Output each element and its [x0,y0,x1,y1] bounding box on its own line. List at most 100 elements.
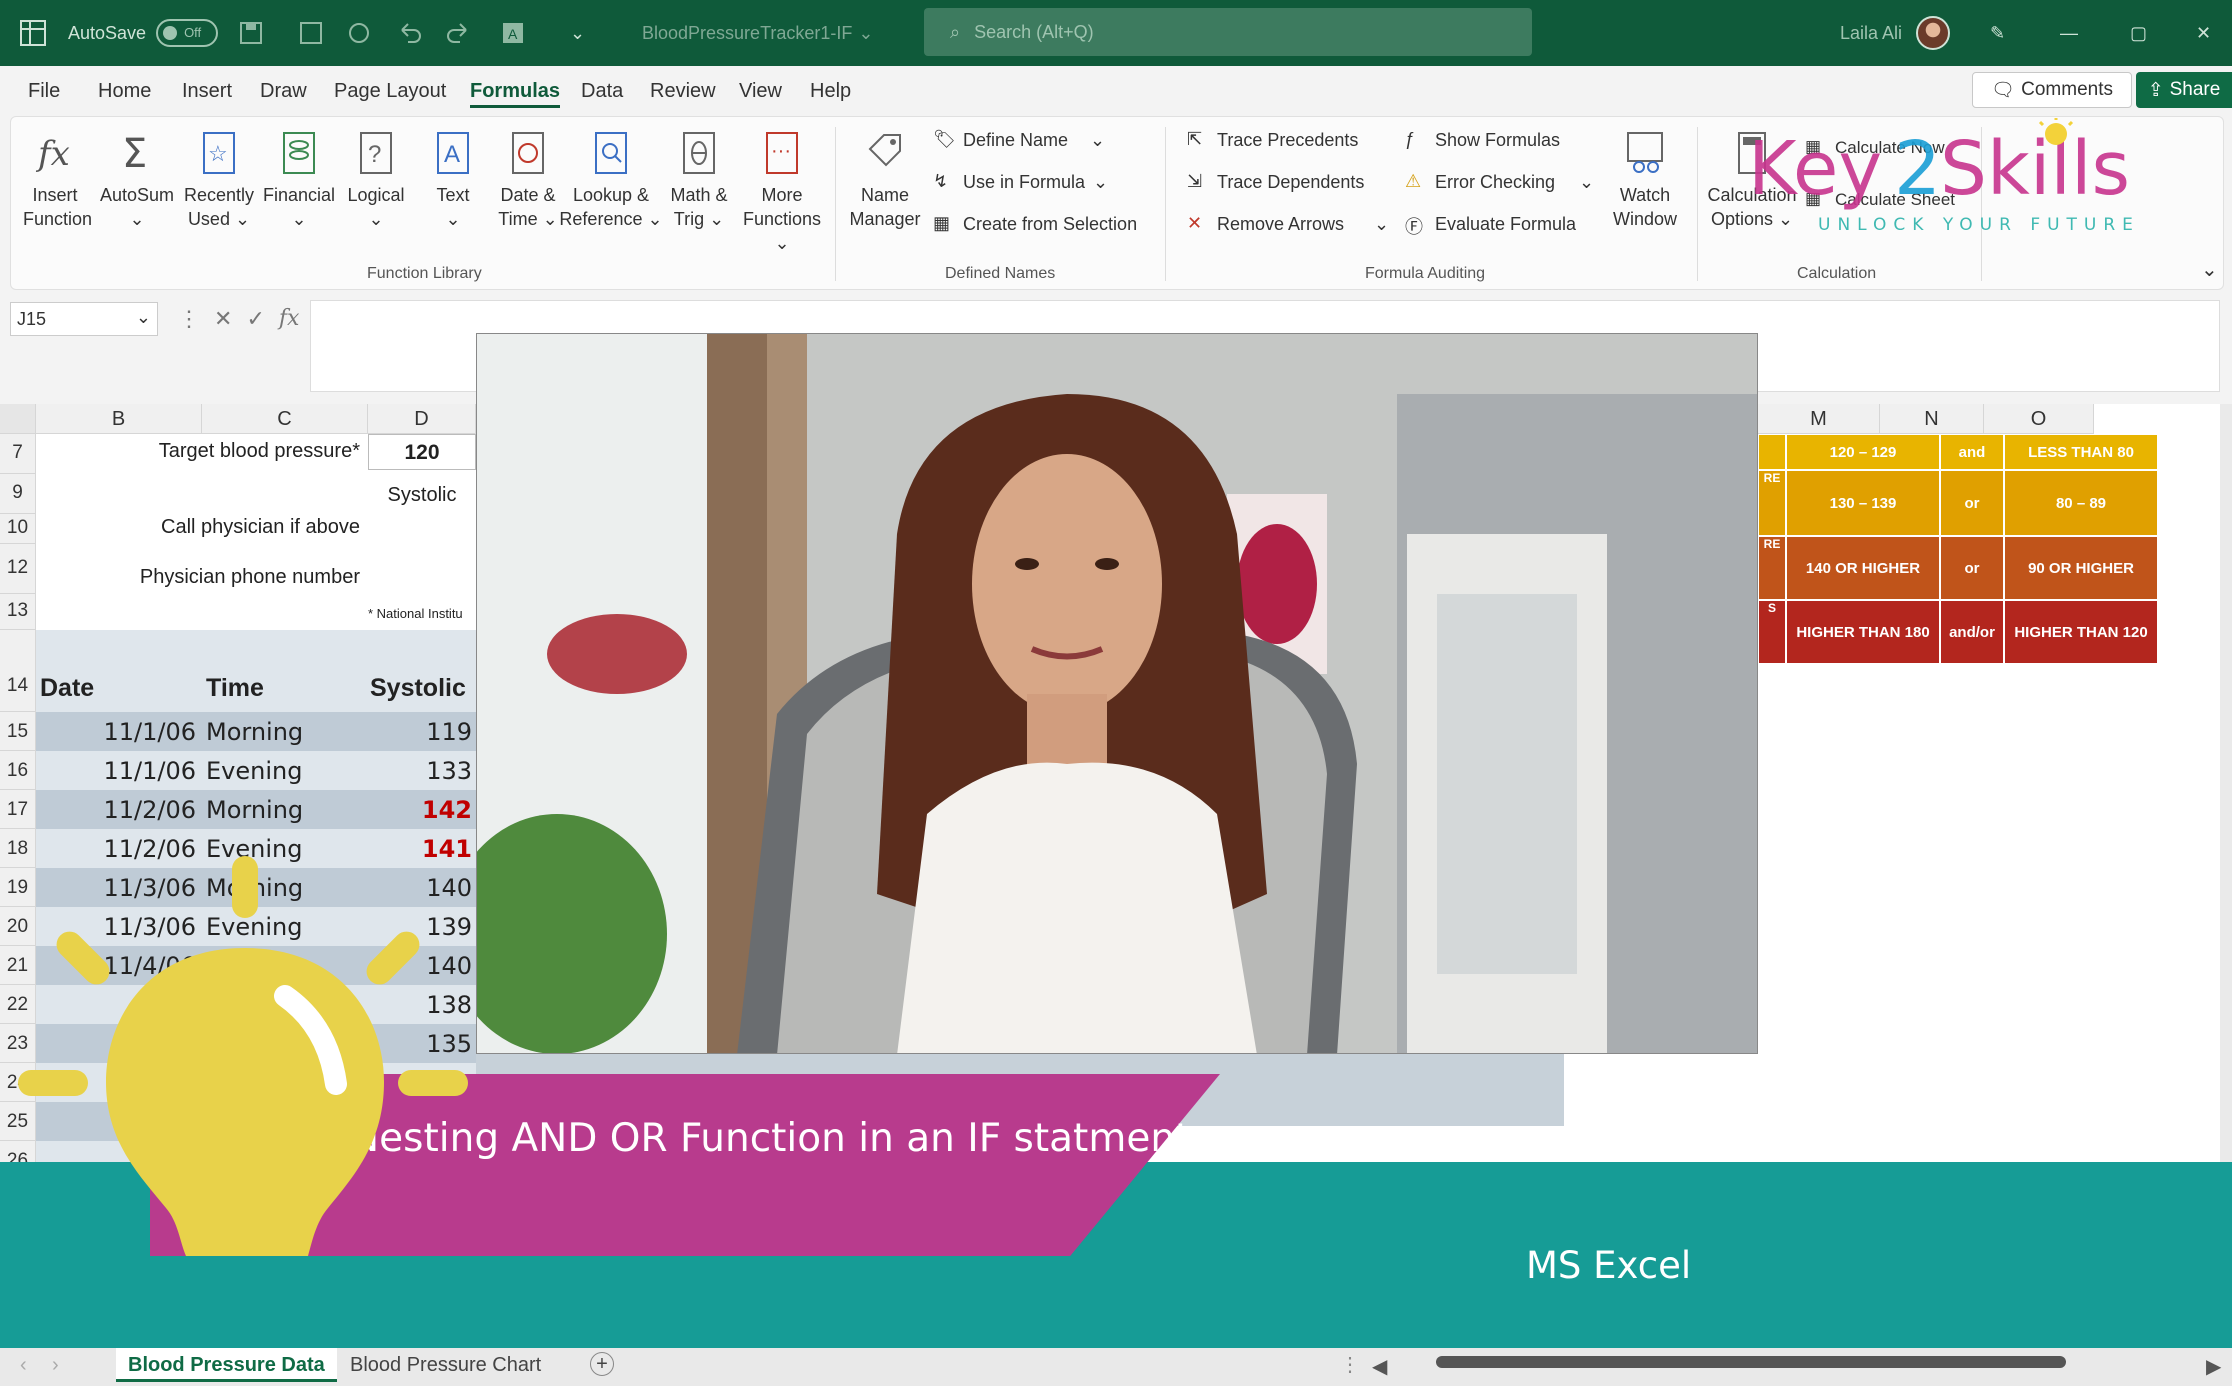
tab-file[interactable]: File [28,80,60,103]
row-header[interactable]: 16 [0,751,36,790]
financial-button[interactable]: Financial ⌄ [261,129,337,231]
bp-connector[interactable]: or [1940,470,2004,536]
row-header[interactable]: 12 [0,544,36,594]
redo-icon[interactable] [446,0,472,66]
share-button[interactable]: ⇪ Share [2136,72,2232,108]
tab-splitter-icon[interactable]: ⋮ [1340,1352,1360,1377]
add-sheet-icon[interactable]: + [590,1352,614,1376]
bp-diastolic-range[interactable]: LESS THAN 80 [2004,434,2158,470]
bp-diastolic-range[interactable]: 80 – 89 [2004,470,2158,536]
time-cell[interactable]: Evening [206,757,366,785]
date-cell[interactable]: 11/1/06 [36,718,196,746]
show-formulas-button[interactable]: ƒ Show Formulas [1405,129,1560,151]
bp-diastolic-range[interactable]: 90 OR HIGHER [2004,536,2158,600]
date-cell[interactable]: 11/2/06 [36,796,196,824]
column-header-m[interactable]: M [1758,404,1880,434]
date-cell[interactable]: 11/1/06 [36,757,196,785]
tab-insert[interactable]: Insert [182,80,232,103]
row-header[interactable]: 13 [0,594,36,630]
column-header-d[interactable]: D [368,404,476,434]
target-bp-label[interactable]: Target blood pressure* [36,440,364,463]
excel-app-icon[interactable] [18,0,48,66]
systolic-column-header[interactable]: Systolic [370,674,466,703]
cancel-entry-icon[interactable]: ✕ [214,306,232,332]
date-time-button[interactable]: Date & Time ⌄ [491,129,565,231]
lookup-reference-button[interactable]: Lookup & Reference ⌄ [559,129,663,231]
scroll-left-icon[interactable]: ◀ [1372,1354,1387,1379]
tab-review[interactable]: Review [650,80,716,103]
collapse-ribbon-icon[interactable]: ⌄ [2201,257,2218,282]
tab-help[interactable]: Help [810,80,851,103]
watch-window-button[interactable]: Watch Window [1605,129,1685,231]
save-as-icon[interactable] [298,0,324,66]
column-header-b[interactable]: B [36,404,202,434]
bp-systolic-range[interactable]: 130 – 139 [1786,470,1940,536]
comments-button[interactable]: 🗨 Comments [1972,72,2132,108]
trace-dependents-button[interactable]: ⇲ Trace Dependents [1187,171,1364,193]
save-icon[interactable] [238,0,264,66]
row-header[interactable]: 10 [0,514,36,544]
undo-icon[interactable] [396,0,422,66]
time-column-header[interactable]: Time [206,674,264,703]
row-header[interactable]: 7 [0,434,36,474]
date-column-header[interactable]: Date [40,674,94,703]
bp-systolic-range[interactable]: HIGHER THAN 180 [1786,600,1940,664]
search-box[interactable]: ⌕ Search (Alt+Q) [924,8,1532,56]
systolic-cell[interactable]: 119 [368,718,472,746]
logical-button[interactable]: ? Logical ⌄ [341,129,411,231]
remove-arrows-button[interactable]: ✕ Remove Arrows ⌄ [1187,213,1389,235]
text-button[interactable]: A Text ⌄ [419,129,487,231]
enter-entry-icon[interactable]: ✓ [246,306,264,332]
systolic-cell[interactable]: 142 [368,796,472,824]
maximize-icon[interactable]: ▢ [2130,0,2147,66]
select-all-corner[interactable] [0,404,36,434]
define-name-button[interactable]: 🏷 Define Name ⌄ [933,129,1105,151]
create-from-selection-button[interactable]: ▦ Create from Selection [933,213,1137,235]
bp-connector[interactable]: and [1940,434,2004,470]
file-name[interactable]: BloodPressureTracker1-IF ⌄ [642,0,874,66]
column-header-n[interactable]: N [1880,404,1984,434]
tab-page-layout[interactable]: Page Layout [334,80,446,103]
tab-home[interactable]: Home [98,80,151,103]
tab-draw[interactable]: Draw [260,80,307,103]
next-sheet-icon[interactable]: › [52,1354,59,1377]
evaluate-formula-button[interactable]: Ⓕ Evaluate Formula [1405,213,1576,238]
insert-function-fx-icon[interactable]: fx [279,306,300,332]
math-trig-button[interactable]: Math & Trig ⌄ [663,129,735,231]
time-cell[interactable]: Morning [206,718,366,746]
bp-connector[interactable]: or [1940,536,2004,600]
sheet-tab-blood-pressure-data[interactable]: Blood Pressure Data [116,1348,337,1382]
tab-formulas[interactable]: Formulas [470,80,561,108]
autosum-button[interactable]: Σ AutoSum ⌄ [99,129,175,231]
systolic-cell[interactable]: 133 [368,757,472,785]
refresh-icon[interactable] [346,0,372,66]
error-checking-button[interactable]: ⚠ Error Checking ⌄ [1405,171,1594,193]
bp-systolic-range[interactable]: 120 – 129 [1786,434,1940,470]
insert-function-button[interactable]: fx Insert Function [23,129,92,231]
name-manager-button[interactable]: Name Manager [847,129,923,231]
row-header[interactable]: 9 [0,474,36,514]
tab-data[interactable]: Data [581,80,623,103]
bp-diastolic-range[interactable]: HIGHER THAN 120 [2004,600,2158,664]
name-box[interactable]: J15 ⌄ [10,302,158,336]
row-header[interactable]: 15 [0,712,36,751]
time-cell[interactable]: Morning [206,796,366,824]
call-physician-label[interactable]: Call physician if above [36,516,364,539]
close-icon[interactable]: ✕ [2196,0,2211,66]
font-color-icon[interactable]: A [500,0,526,66]
recently-used-button[interactable]: ☆ Recently Used ⌄ [183,129,255,231]
bp-systolic-range[interactable]: 140 OR HIGHER [1786,536,1940,600]
vertical-scrollbar[interactable] [2220,404,2232,1164]
autosave-switch[interactable]: Off [156,19,219,47]
scroll-right-icon[interactable]: ▶ [2206,1354,2221,1379]
pen-icon[interactable]: ✎ [1990,0,2005,66]
trace-precedents-button[interactable]: ⇱ Trace Precedents [1187,129,1358,151]
use-in-formula-button[interactable]: ↯ Use in Formula ⌄ [933,171,1108,193]
more-functions-button[interactable]: ··· More Functions ⌄ [733,129,831,255]
sheet-tab-blood-pressure-chart[interactable]: Blood Pressure Chart [338,1348,553,1382]
user-account[interactable]: Laila Ali [1840,0,1951,66]
row-header[interactable]: 17 [0,790,36,829]
horizontal-scrollbar-thumb[interactable] [1436,1356,2066,1368]
row-header[interactable]: 14 [0,630,36,712]
minimize-icon[interactable]: — [2060,0,2078,66]
